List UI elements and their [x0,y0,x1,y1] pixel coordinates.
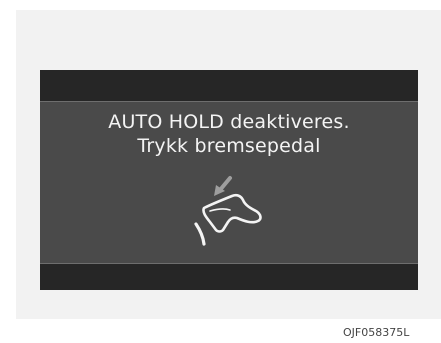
message-line-2: Trykk bremsepedal [137,135,321,157]
shoe-icon [202,193,262,233]
press-brake-pedal-icon [194,176,262,246]
pedal-icon [194,222,206,246]
display-divider-top [40,101,418,102]
press-arrow-icon [214,176,232,196]
cluster-display: AUTO HOLD deaktiveres. Trykk bremsepedal [40,70,418,290]
display-bottom-bar [40,264,418,290]
message-line-1: AUTO HOLD deaktiveres. [108,111,350,133]
image-code: OJF058375L [343,326,410,339]
display-top-bar [40,70,418,101]
warning-message: AUTO HOLD deaktiveres. Trykk bremsepedal [40,110,418,158]
page: AUTO HOLD deaktiveres. Trykk bremsepedal… [0,0,441,343]
